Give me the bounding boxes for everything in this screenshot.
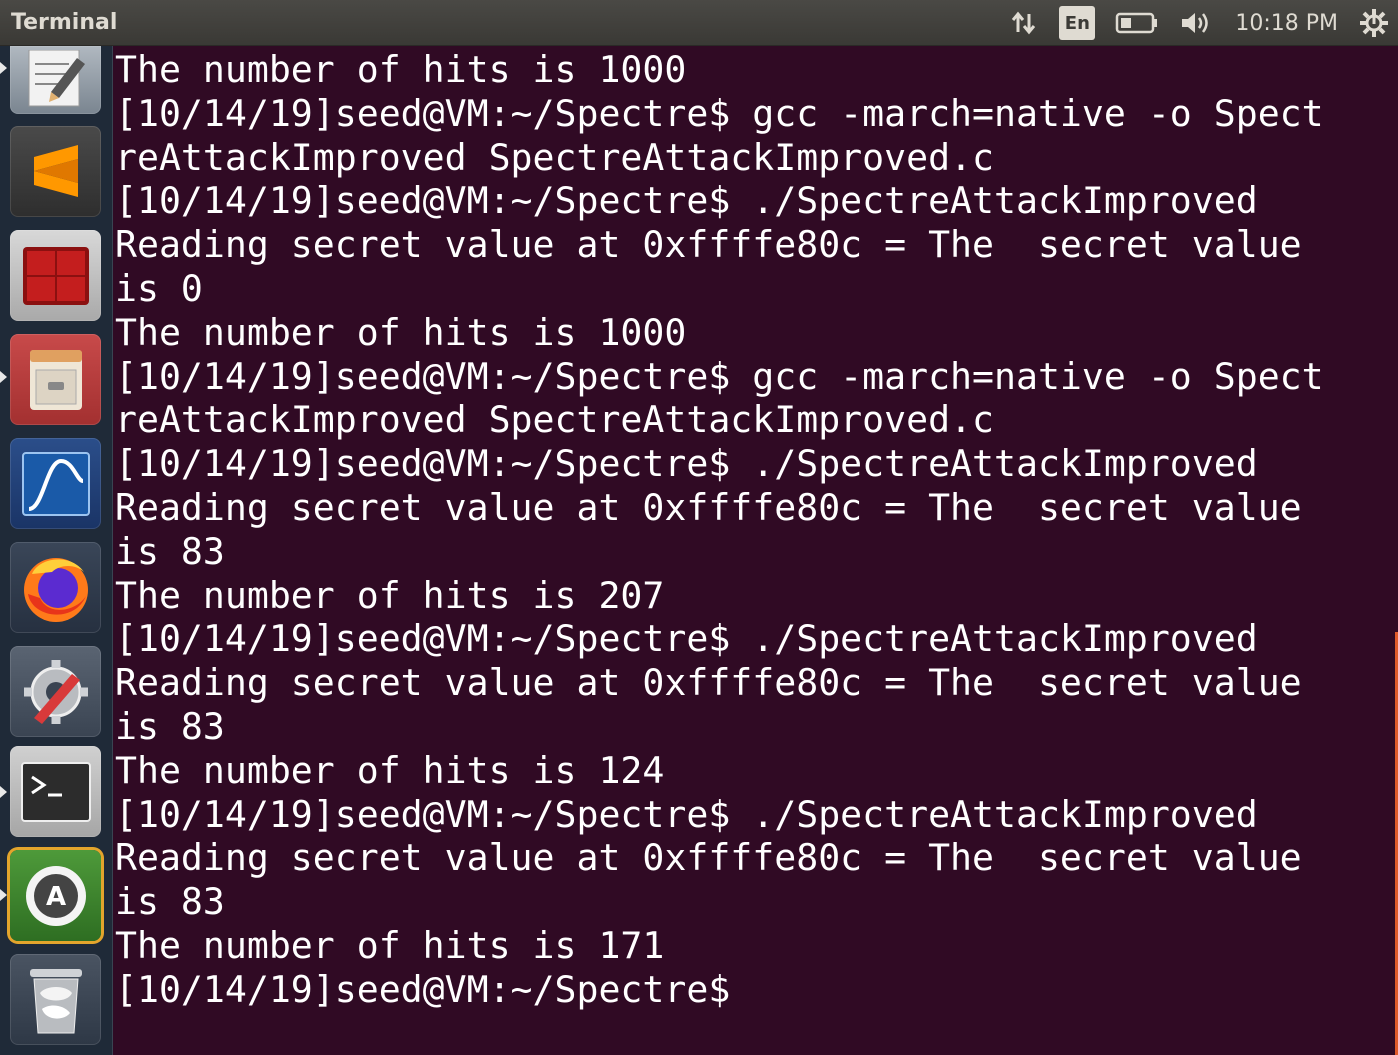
terminal-line: [10/14/19]seed@VM:~/Spectre$ ./SpectreAt… [115,442,1258,486]
launcher-terminator[interactable] [10,230,101,321]
trash-icon [29,968,82,1033]
wireshark-icon [21,451,90,516]
running-indicator [0,371,7,383]
terminal-line: is 83 [115,704,225,748]
terminal-prompt-line[interactable]: [10/14/19]seed@VM:~/Spectre$ [115,968,1398,1012]
terminal-line: Reading secret value at 0xffffe80c = The… [115,661,1302,705]
launcher-text-editor[interactable] [10,46,101,114]
terminal-line: is 83 [115,529,225,573]
launcher-software-updater[interactable]: A [10,850,101,941]
window-title: Terminal [11,10,118,35]
running-indicator [0,889,7,901]
terminal-line: The number of hits is 171 [115,923,665,967]
terminal-line: [10/14/19]seed@VM:~/Spectre$ gcc -march=… [115,354,1324,398]
terminal-line: [10/14/19]seed@VM:~/Spectre$ gcc -march=… [115,91,1324,135]
terminal-line: Reading secret value at 0xffffe80c = The… [115,836,1302,880]
terminal-output[interactable]: The number of hits is 1000 [10/14/19]see… [115,48,1398,1053]
software-updater-icon: A [25,865,86,926]
terminal-line: reAttackImproved SpectreAttackImproved.c [115,398,994,442]
terminator-icon [22,246,89,305]
launcher-wireshark[interactable] [10,438,101,529]
launcher-terminal[interactable] [10,746,101,837]
svg-text:A: A [45,882,65,912]
terminal-line: is 0 [115,266,203,310]
firefox-icon [23,557,88,622]
terminal-line: [10/14/19]seed@VM:~/Spectre$ ./SpectreAt… [115,617,1258,661]
battery-icon[interactable] [1115,10,1159,36]
terminal-icon [20,761,91,822]
launcher-sublime-text[interactable] [10,126,101,217]
system-menu-gear-icon[interactable] [1358,7,1390,39]
terminal-line: reAttackImproved SpectreAttackImproved.c [115,135,994,179]
terminal-line: The number of hits is 1000 [115,310,687,354]
volume-icon[interactable] [1179,8,1215,38]
sublime-text-icon [33,144,78,197]
terminal-line: The number of hits is 124 [115,748,665,792]
launcher-file-cabinet[interactable] [10,334,101,425]
terminal-line: The number of hits is 1000 [115,48,687,91]
terminal-line: The number of hits is 207 [115,573,665,617]
network-transfer-icon[interactable] [1009,8,1039,38]
file-cabinet-icon [29,349,82,410]
launcher-trash[interactable] [10,954,101,1045]
running-indicator [0,62,7,74]
terminal-line: Reading secret value at 0xffffe80c = The… [115,223,1302,267]
launcher-system-settings[interactable] [10,646,101,737]
terminal-line: [10/14/19]seed@VM:~/Spectre$ ./SpectreAt… [115,179,1258,223]
terminal-line: is 83 [115,880,225,924]
indicator-area: En 10:18 PM [1009,0,1390,46]
settings-icon [23,659,88,724]
text-editor-icon [28,50,85,107]
terminal-line: Reading secret value at 0xffffe80c = The… [115,485,1302,529]
top-panel: Terminal En 10:18 PM [0,0,1398,46]
terminal-line: [10/14/19]seed@VM:~/Spectre$ ./SpectreAt… [115,792,1258,836]
running-indicator [0,786,7,798]
keyboard-layout-indicator[interactable]: En [1059,6,1096,40]
launcher-dock: A [0,46,113,1055]
clock[interactable]: 10:18 PM [1235,11,1338,36]
launcher-firefox[interactable] [10,542,101,633]
